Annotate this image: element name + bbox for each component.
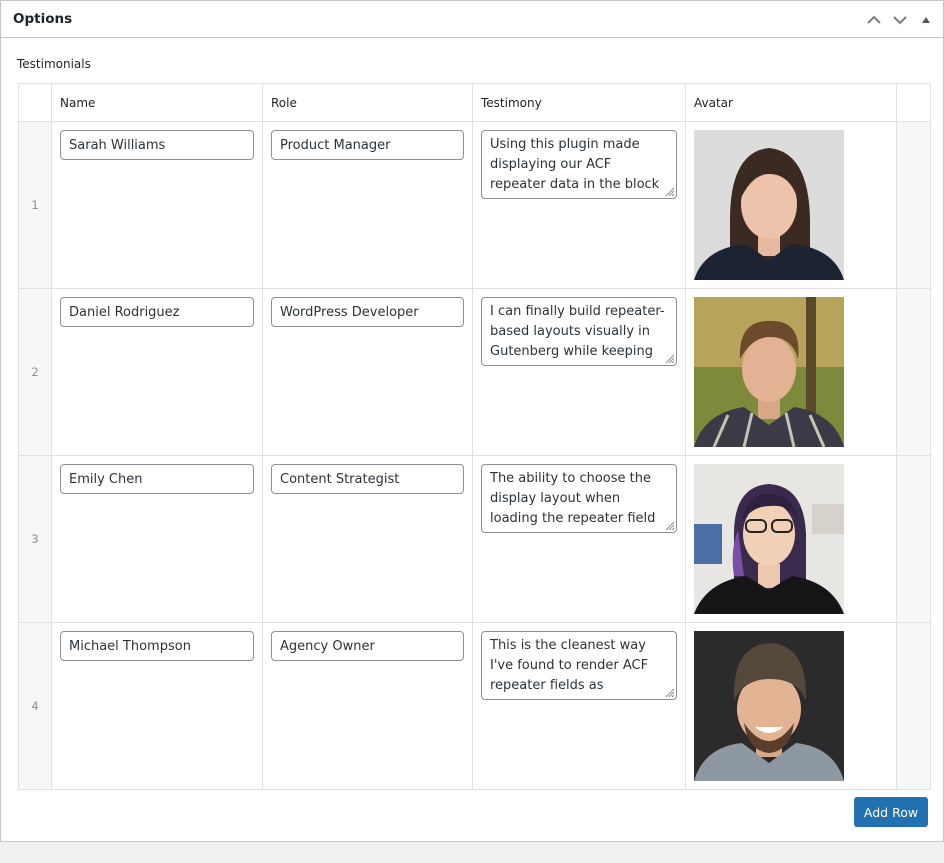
triangle-up-icon [922,16,930,23]
role-cell [262,288,473,456]
role-cell [262,121,473,289]
metabox-header: Options [1,1,943,38]
table-row: 4 This is the cleanest way I've found to… [18,622,931,790]
name-cell [51,455,263,623]
testimony-textarea[interactable]: This is the cleanest way I've found to r… [481,631,677,700]
add-row-button[interactable]: Add Row [854,797,928,827]
testimony-wrap: This is the cleanest way I've found to r… [481,631,677,700]
role-input[interactable] [271,130,464,160]
repeater-table: Name Role Testimony Avatar 1 Using this … [18,83,931,790]
testimony-textarea[interactable]: Using this plugin made displaying our AC… [481,130,677,199]
table-header-row: Name Role Testimony Avatar [18,83,931,122]
table-row: 1 Using this plugin made displaying our … [18,121,931,289]
field-label: Testimonials [17,57,91,71]
row-actions-cell[interactable] [896,121,931,289]
role-input[interactable] [271,297,464,327]
testimony-cell: The ability to choose the display layout… [472,455,686,623]
toggle-panel-button[interactable] [913,1,939,38]
role-input[interactable] [271,464,464,494]
name-cell [51,622,263,790]
table-row: 3 The ability to choose the display layo… [18,455,931,623]
avatar-image[interactable] [694,464,844,614]
chevron-down-icon [893,15,907,24]
testimony-cell: This is the cleanest way I've found to r… [472,622,686,790]
avatar-image[interactable] [694,631,844,781]
move-up-button[interactable] [861,1,887,38]
testimony-textarea[interactable]: I can finally build repeater-based layou… [481,297,677,366]
avatar-cell [685,622,897,790]
role-input[interactable] [271,631,464,661]
chevron-up-icon [867,15,881,24]
name-cell [51,121,263,289]
testimony-wrap: I can finally build repeater-based layou… [481,297,677,366]
avatar-cell [685,121,897,289]
avatar-cell [685,288,897,456]
row-actions-cell[interactable] [896,622,931,790]
row-order-handle[interactable]: 2 [18,288,52,456]
role-cell [262,622,473,790]
order-header [18,83,52,122]
options-metabox: Options Testimonials Name Role Testimony… [0,0,944,842]
actions-header [896,83,931,122]
role-cell [262,455,473,623]
testimony-cell: I can finally build repeater-based layou… [472,288,686,456]
testimony-cell: Using this plugin made displaying our AC… [472,121,686,289]
testimony-wrap: The ability to choose the display layout… [481,464,677,533]
row-order-handle[interactable]: 3 [18,455,52,623]
avatar-cell [685,455,897,623]
metabox-title: Options [13,11,73,27]
role-header: Role [262,83,473,122]
name-input[interactable] [60,130,254,160]
name-input[interactable] [60,297,254,327]
name-input[interactable] [60,464,254,494]
avatar-header: Avatar [685,83,897,122]
avatar-image[interactable] [694,297,844,447]
row-order-handle[interactable]: 1 [18,121,52,289]
testimony-textarea[interactable]: The ability to choose the display layout… [481,464,677,533]
row-actions-cell[interactable] [896,288,931,456]
move-down-button[interactable] [887,1,913,38]
name-cell [51,288,263,456]
avatar-image[interactable] [694,130,844,280]
row-order-handle[interactable]: 4 [18,622,52,790]
name-input[interactable] [60,631,254,661]
testimony-wrap: Using this plugin made displaying our AC… [481,130,677,199]
metabox-controls [861,1,939,38]
name-header: Name [51,83,263,122]
row-actions-cell[interactable] [896,455,931,623]
testimony-header: Testimony [472,83,686,122]
table-row: 2 I can finally build repeater-based lay… [18,288,931,456]
